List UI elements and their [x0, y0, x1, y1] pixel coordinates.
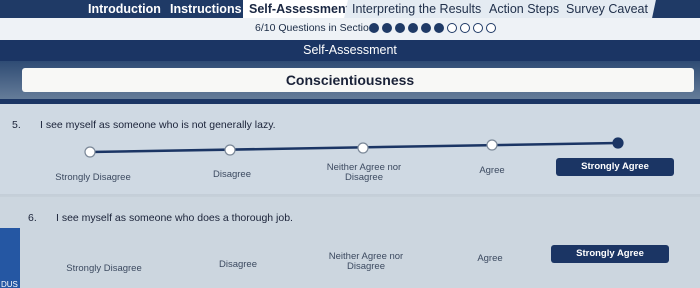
question-card — [0, 197, 700, 288]
left-edge-text: DUS — [1, 280, 18, 288]
option-disagree[interactable]: Disagree — [208, 260, 268, 270]
option-radio-disagree[interactable] — [224, 144, 236, 156]
option-strongly-disagree[interactable]: Strongly Disagree — [47, 173, 139, 183]
option-strongly-agree-selected[interactable]: Strongly Agree — [551, 245, 669, 263]
left-edge-strip — [0, 228, 20, 288]
option-radio-strongly-agree-selected[interactable] — [612, 137, 624, 149]
option-neutral-line2: Disagree — [344, 172, 384, 183]
option-neutral[interactable]: Neither Agree nor Disagree — [316, 252, 416, 272]
option-neutral-line2: Disagree — [346, 261, 386, 272]
option-strongly-agree-selected[interactable]: Strongly Agree — [556, 158, 674, 176]
option-neutral[interactable]: Neither Agree nor Disagree — [314, 163, 414, 183]
option-radio-neutral[interactable] — [357, 142, 369, 154]
option-agree[interactable]: Agree — [468, 254, 512, 264]
likert-track — [89, 141, 619, 154]
survey-screen: Introduction Instructions Self-Assessmen… — [0, 0, 700, 288]
question-text: I see myself as someone who does a thoro… — [56, 212, 293, 224]
option-radio-agree[interactable] — [486, 139, 498, 151]
option-radio-strongly-disagree[interactable] — [84, 146, 96, 158]
option-agree[interactable]: Agree — [470, 166, 514, 176]
question-number: 6. — [28, 212, 37, 224]
option-disagree[interactable]: Disagree — [202, 170, 262, 180]
option-strongly-disagree[interactable]: Strongly Disagree — [58, 264, 150, 274]
